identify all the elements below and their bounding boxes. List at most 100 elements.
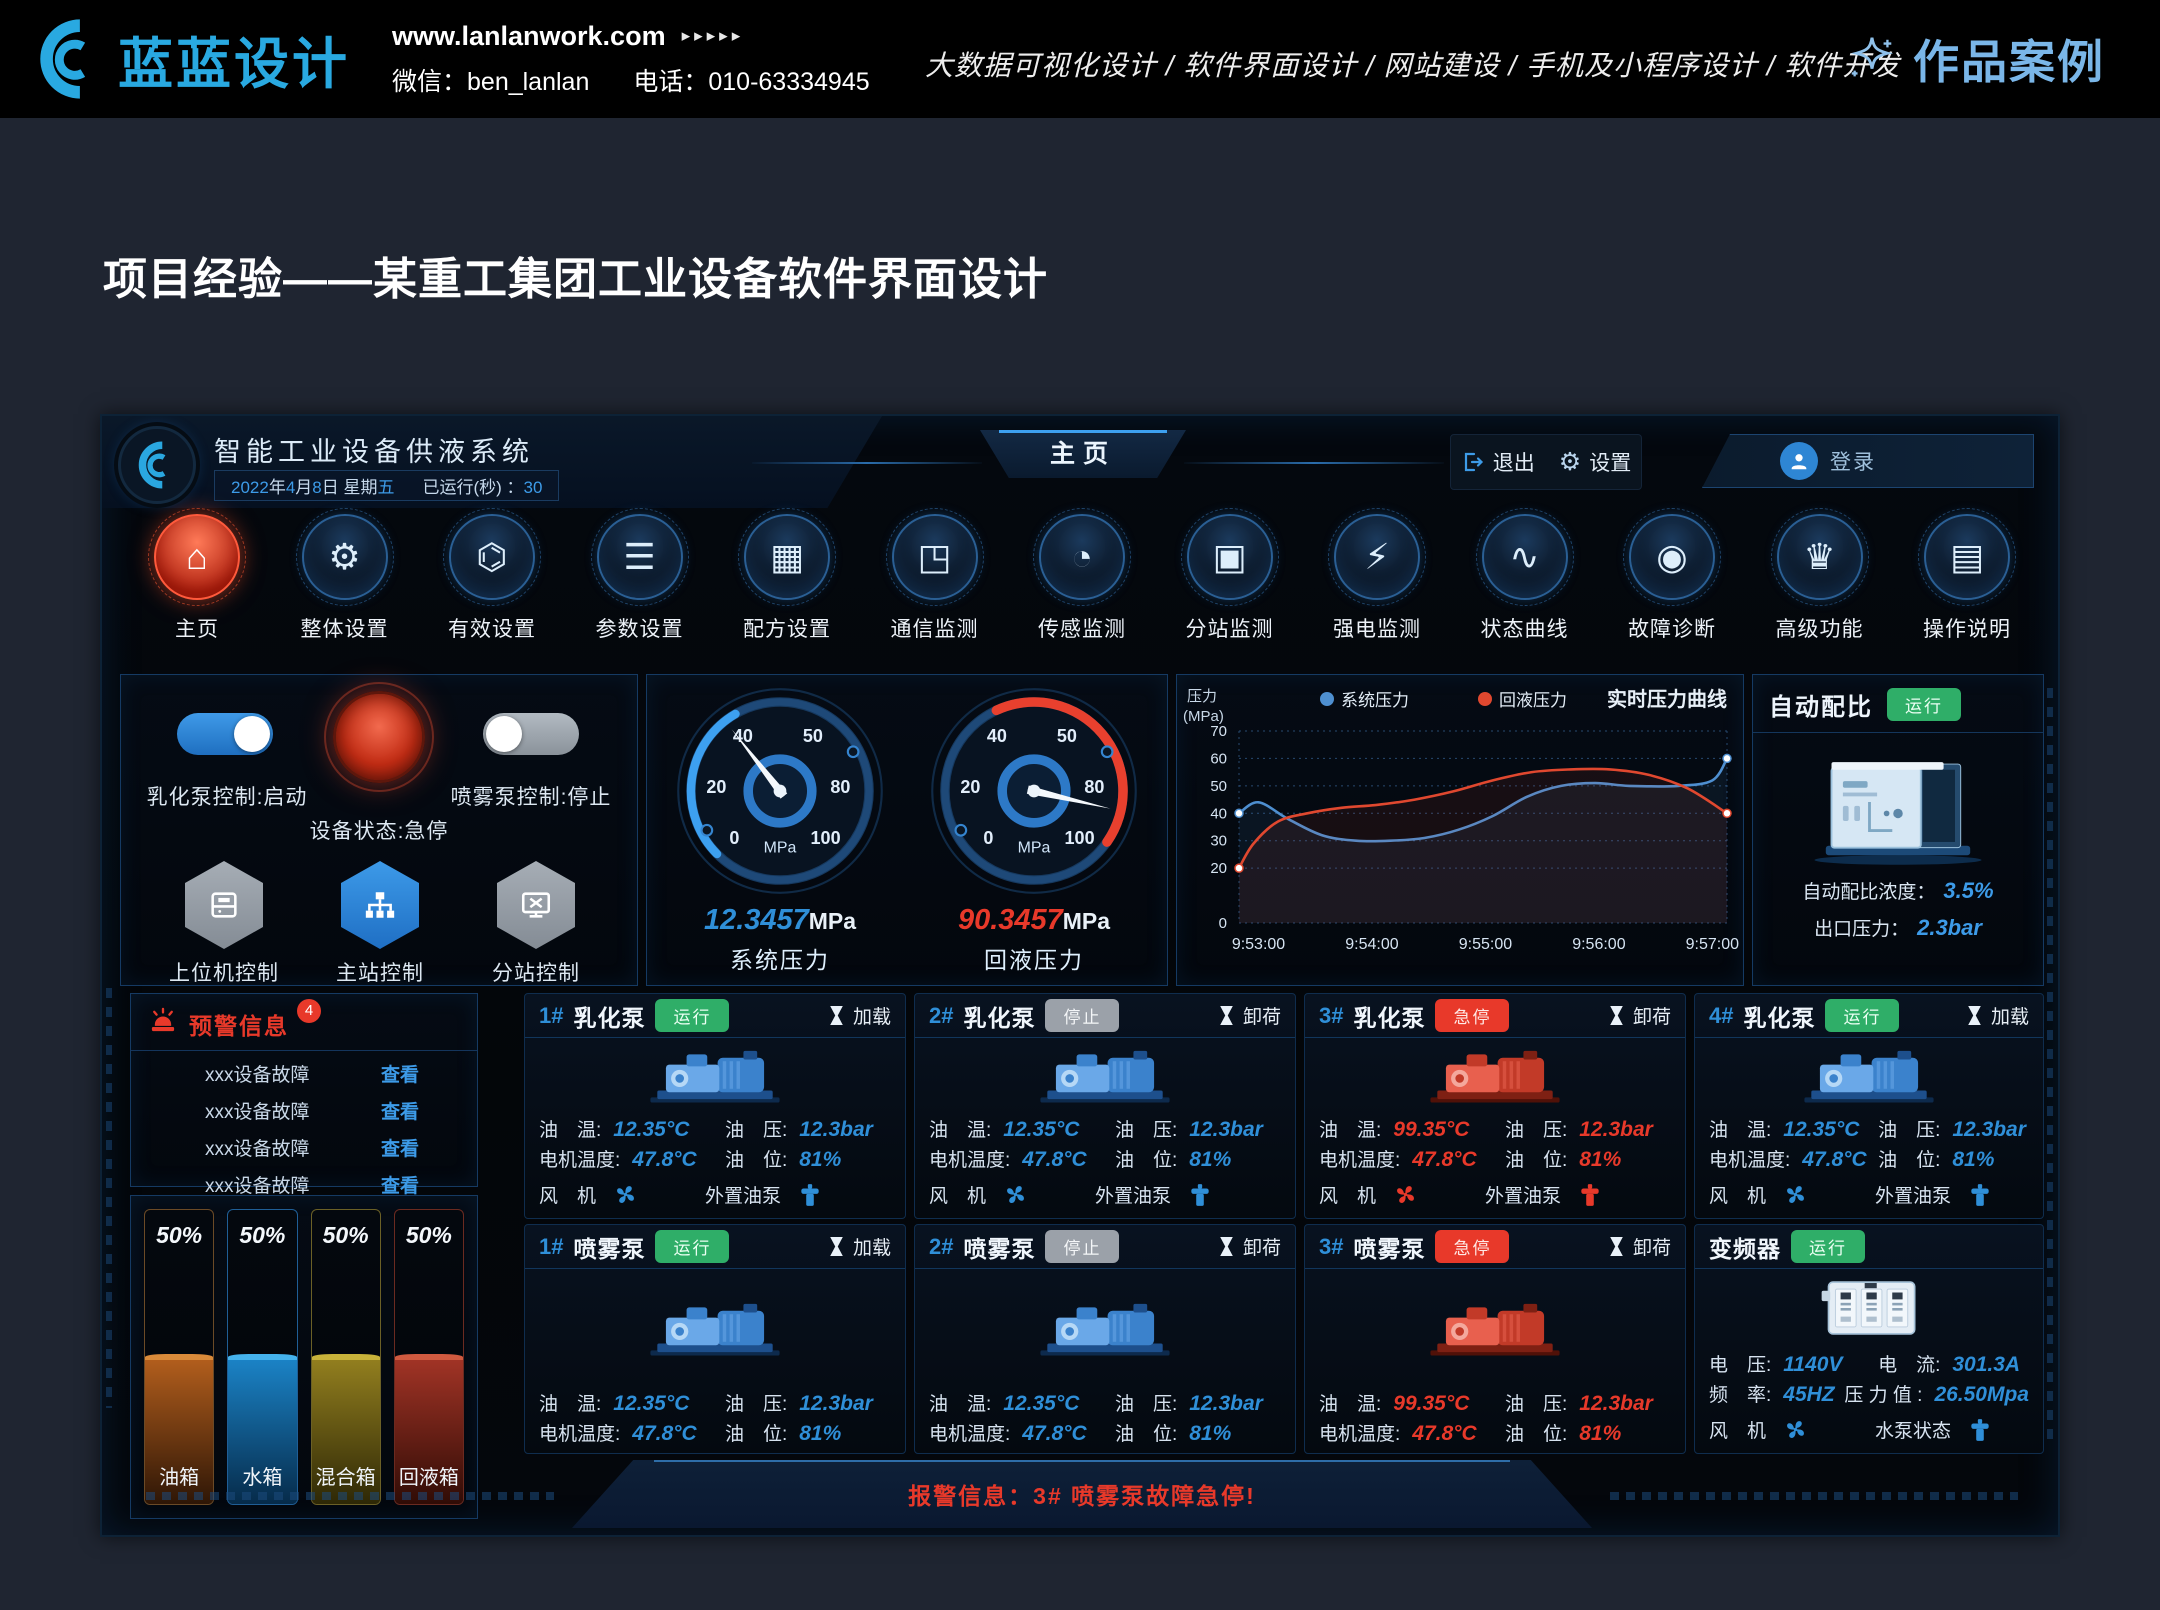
menu-item-9[interactable]: 强电监测: [1306, 512, 1448, 670]
tab-home[interactable]: 主页: [980, 430, 1186, 478]
stat-key: 油 压:: [1505, 1115, 1567, 1142]
tank-fill-surface: [228, 1354, 296, 1360]
gauge-value: 90.3457: [958, 904, 1063, 936]
card-footer: 风 机外置油泵: [1305, 1179, 1685, 1218]
menu-item-8[interactable]: 分站监测: [1159, 512, 1301, 670]
stat-cell: 油 温:12.35°C: [1709, 1115, 1878, 1142]
footer-item: 风 机: [539, 1181, 639, 1208]
login-button[interactable]: 登录: [1702, 434, 2034, 488]
card-footer: 风 机 外置油泵: [1695, 1179, 2043, 1218]
stat-key: 油 压:: [1878, 1115, 1940, 1142]
menu-item-3[interactable]: 有效设置: [421, 512, 563, 670]
emulsion-toggle-label: 乳化泵控制:启动: [121, 781, 333, 811]
pump-valve-wrap: [797, 1182, 823, 1208]
stat-key: 油 压:: [1115, 1115, 1177, 1142]
stat-cell: 电机温度:47.8°C: [929, 1145, 1115, 1172]
stat-cell: 频 率:45HZ: [1709, 1380, 1844, 1407]
stat-key: 油 温:: [929, 1115, 991, 1142]
card-footer: 风 机外置油泵: [915, 1179, 1295, 1218]
view-link[interactable]: 查看: [381, 1134, 419, 1161]
gauge-value-line: 90.3457MPa: [910, 904, 1158, 937]
menu-ring: [1924, 514, 2010, 600]
footer-key: 外置油泵: [1875, 1181, 1951, 1208]
menu-ring: [302, 514, 388, 600]
footer-item: 风 机: [929, 1181, 1029, 1208]
menu-item-1[interactable]: 主页: [126, 512, 268, 670]
warning-text: xxx设备故障: [205, 1134, 310, 1161]
sliders-icon: [599, 516, 681, 598]
machine-image: [525, 1269, 905, 1386]
site-logo-text: 蓝蓝设计: [118, 19, 350, 99]
crown-icon: [1779, 516, 1861, 598]
stat-value: 47.8°C: [1802, 1148, 1866, 1172]
stat-cell: 油 压:12.3bar: [1505, 1115, 1671, 1142]
stat-value: 12.35°C: [613, 1392, 689, 1416]
view-link[interactable]: 查看: [381, 1097, 419, 1124]
card-header: 3#乳化泵急停卸荷: [1305, 994, 1685, 1038]
menu-item-12[interactable]: 高级功能: [1749, 512, 1891, 670]
device-status-label: 设备状态:急停: [249, 815, 509, 845]
svg-text:50: 50: [1057, 726, 1077, 746]
hourglass-icon: [1219, 1236, 1234, 1257]
view-link[interactable]: 查看: [381, 1060, 419, 1087]
menu-item-13[interactable]: 操作说明: [1896, 512, 2038, 670]
menu-item-10[interactable]: 状态曲线: [1454, 512, 1596, 670]
svg-text:30: 30: [1210, 833, 1227, 850]
menu-item-6[interactable]: 通信监测: [864, 512, 1006, 670]
stat-value: 12.35°C: [1003, 1392, 1079, 1416]
menu-item-11[interactable]: 故障诊断: [1601, 512, 1743, 670]
load-label: 加载: [1991, 1002, 2029, 1029]
view-link[interactable]: 查看: [381, 1171, 419, 1198]
master-control-button[interactable]: [341, 861, 419, 949]
svg-text:50: 50: [803, 726, 823, 746]
svg-text:20: 20: [1210, 860, 1227, 877]
menu-item-7[interactable]: 传感监测: [1011, 512, 1153, 670]
stat-value: 81%: [1579, 1148, 1621, 1172]
footer-item: 风 机: [1319, 1181, 1419, 1208]
menu-item-label: 高级功能: [1749, 613, 1891, 643]
card-number: 4#: [1709, 1003, 1733, 1029]
settings-button[interactable]: 设置: [1559, 447, 1631, 477]
fan-icon: [612, 1181, 639, 1208]
footer-item: 风 机: [1709, 1181, 1809, 1208]
gauge-dial-svg: 020405080100MPa: [674, 685, 886, 897]
svg-text:70: 70: [1210, 723, 1227, 740]
legend-item[interactable]: 系统压力: [1341, 691, 1409, 710]
substation-control-button[interactable]: [497, 861, 575, 949]
menu-item-label: 配方设置: [716, 613, 858, 643]
stat-key: 油 位:: [1115, 1145, 1177, 1172]
fan-wrap: [1392, 1181, 1419, 1208]
menu-item-5[interactable]: 配方设置: [716, 512, 858, 670]
site-logo[interactable]: 蓝蓝设计: [34, 17, 350, 101]
spray-pump-toggle[interactable]: [483, 713, 579, 755]
svg-text:9:57:00: 9:57:00: [1686, 936, 1739, 953]
warnings-list: xxx设备故障查看xxx设备故障查看xxx设备故障查看xxx设备故障查看: [131, 1051, 477, 1203]
menu-item-2[interactable]: 整体设置: [274, 512, 416, 670]
emulsion-pump-toggle[interactable]: [177, 713, 273, 755]
services-list: 大数据可视化设计 / 软件界面设计 / 网站建设 / 手机及小程序设计 / 软件…: [925, 44, 1900, 84]
estop-button[interactable]: [333, 691, 425, 783]
fan-icon: [1782, 1416, 1809, 1443]
ratio-machine-image: [1803, 739, 1993, 867]
warning-row: xxx设备故障 查看: [131, 1129, 477, 1166]
host-computer-icon: [207, 888, 241, 922]
page-title: 项目经验——某重工集团工业设备软件界面设计: [103, 243, 1048, 307]
stat-key: 电 压:: [1709, 1350, 1771, 1377]
stat-row: 电 压:1140V电 流:301.3A: [1709, 1350, 2029, 1377]
exit-button[interactable]: 退出: [1461, 447, 1535, 477]
warnings-panel: 预警信息 4 xxx设备故障查看xxx设备故障查看xxx设备故障查看xxx设备故…: [130, 993, 478, 1187]
stat-key: 油 位:: [1878, 1145, 1940, 1172]
card-number: 2#: [929, 1234, 953, 1260]
menu-ring: [1187, 514, 1273, 600]
host-control-button[interactable]: [185, 861, 263, 949]
stat-cell: 油 位:81%: [1505, 1145, 1671, 1172]
external-pump-icon: [1577, 1182, 1603, 1208]
site-url[interactable]: www.lanlanwork.com: [392, 21, 666, 52]
portfolio-link[interactable]: 作品案例: [1845, 26, 2105, 92]
machine-image: [915, 1038, 1295, 1112]
card-stats: 电 压:1140V电 流:301.3A频 率:45HZ压 力 值 :26.50M…: [1695, 1347, 2043, 1414]
diag-icon: [1631, 516, 1713, 598]
status-badge: 运行: [1825, 999, 1899, 1032]
menu-item-4[interactable]: 参数设置: [569, 512, 711, 670]
legend-item[interactable]: 回液压力: [1499, 691, 1567, 710]
